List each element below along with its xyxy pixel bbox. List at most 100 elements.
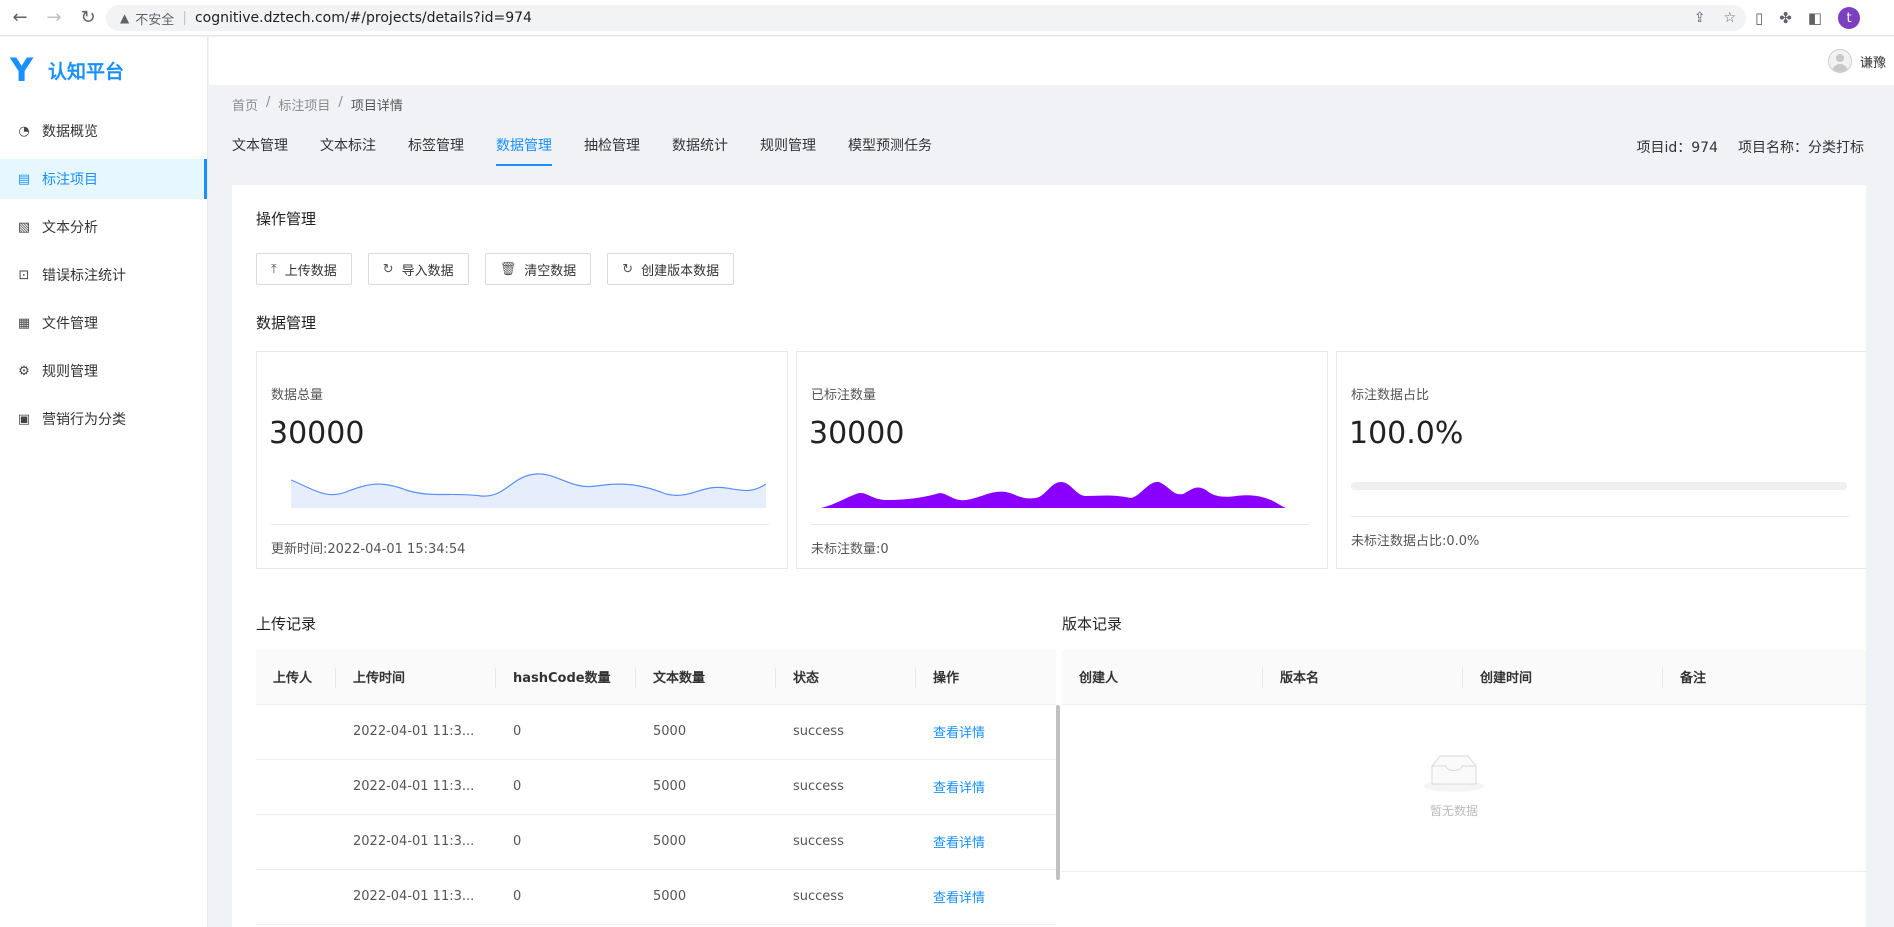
breadcrumb-current: 项目详情	[350, 99, 403, 114]
col-action: 操作	[916, 650, 1056, 705]
sync-icon: ↻	[382, 261, 394, 277]
sidebar-item-projects[interactable]: ▤ 标注项目	[0, 159, 207, 199]
ratio-progress-fill	[1351, 482, 1847, 490]
cell-count: 5000	[636, 814, 776, 870]
profile-avatar[interactable]: t	[1838, 7, 1861, 29]
empty-state: 暂无数据	[1422, 752, 1486, 819]
tab-data-management[interactable]: 数据管理	[496, 135, 552, 169]
sidebar-item-marketing[interactable]: ▣ 营销行为分类	[0, 399, 207, 439]
cell-status: success	[776, 704, 916, 760]
sidebar-item-text-analysis[interactable]: ▧ 文本分析	[0, 207, 207, 247]
logo-icon: Y	[10, 51, 34, 89]
dashboard-icon: ◔	[18, 123, 30, 139]
breadcrumb-home[interactable]: 首页	[232, 95, 258, 114]
card-divider	[811, 524, 1309, 525]
version-records-table: 创建人 版本名 创建时间 备注	[1062, 650, 1866, 705]
col-hashcode: hashCode数量	[496, 650, 636, 705]
upload-data-button[interactable]: ⤒ 上传数据	[256, 253, 352, 285]
address-bar[interactable]: ▲ 不安全 | cognitive.dztech.com/#/projects/…	[106, 5, 1746, 31]
project-info: 项目id：974 项目名称：分类打标	[1637, 137, 1865, 157]
sidebar-item-rules[interactable]: ⚙ 规则管理	[0, 351, 207, 391]
sidebar-item-label: 规则管理	[42, 364, 98, 380]
cell-count: 5000	[636, 869, 776, 925]
col-status: 状态	[776, 650, 916, 705]
col-creator: 创建人	[1062, 650, 1263, 705]
cell-uploader	[256, 704, 336, 760]
version-table-bottom-border	[1062, 871, 1866, 872]
total-sparkline	[290, 473, 767, 508]
breadcrumb-separator: /	[338, 95, 343, 110]
view-details-link[interactable]: 查看详情	[916, 759, 1056, 815]
tab-statistics[interactable]: 数据统计	[672, 135, 728, 169]
tab-label-management[interactable]: 标签管理	[408, 135, 464, 169]
sidebar-item-error-stats[interactable]: ⊡ 错误标注统计	[0, 255, 207, 295]
sidebar-item-label: 错误标注统计	[42, 268, 126, 284]
user-menu[interactable]: 谦豫	[1827, 49, 1886, 73]
cell-uploader	[256, 759, 336, 815]
stat-card-total: 数据总量 30000 更新时间:2022-04-01 15:34:54	[256, 351, 788, 569]
app-logo[interactable]: Y 认知平台	[0, 37, 207, 103]
col-uploader: 上传人	[256, 650, 336, 705]
analysis-icon: ▧	[17, 219, 31, 235]
view-details-link[interactable]: 查看详情	[916, 869, 1056, 925]
star-icon[interactable]: ☆	[1723, 10, 1736, 26]
import-data-label: 导入数据	[401, 263, 454, 279]
import-data-button[interactable]: ↻ 导入数据	[367, 253, 469, 285]
sidebar-item-overview[interactable]: ◔ 数据概览	[0, 111, 207, 151]
empty-box-icon	[1424, 755, 1484, 792]
view-details-link[interactable]: 查看详情	[916, 814, 1056, 870]
cell-uploader	[256, 869, 336, 925]
file-icon: ▦	[17, 315, 31, 331]
reload-icon[interactable]: ↻	[74, 4, 102, 32]
table-header-row: 上传人 上传时间 hashCode数量 文本数量 状态 操作	[256, 650, 1056, 705]
col-text-count: 文本数量	[636, 650, 776, 705]
labeled-area-sparkline	[821, 481, 1286, 508]
forward-arrow-icon[interactable]: →	[40, 4, 68, 32]
tab-model-prediction[interactable]: 模型预测任务	[848, 135, 932, 169]
document-icon[interactable]: ▯	[1755, 9, 1763, 27]
sidebar-item-label: 营销行为分类	[42, 412, 126, 428]
cell-status: success	[776, 814, 916, 870]
cell-hash: 0	[496, 869, 636, 925]
share-icon[interactable]: ⇪	[1694, 10, 1706, 26]
ops-title: 操作管理	[256, 210, 317, 228]
clear-data-button[interactable]: 🗑 清空数据	[484, 253, 592, 285]
data-mgmt-title: 数据管理	[256, 314, 317, 332]
stat-label: 标注数据占比	[1351, 388, 1430, 403]
main-content: 操作管理 ⤒ 上传数据 ↻ 导入数据 🗑 清空数据 ↻ 创建版本数据 数据管理 …	[232, 185, 1866, 927]
breadcrumb-separator: /	[266, 95, 271, 110]
clipboard-icon: ▤	[17, 171, 31, 187]
col-created-time: 创建时间	[1463, 650, 1663, 705]
url-text[interactable]: cognitive.dztech.com/#/projects/details?…	[195, 10, 532, 26]
app-title: 认知平台	[48, 60, 125, 83]
breadcrumb: 首页 / 标注项目 / 项目详情	[232, 95, 403, 114]
project-id: 项目id：974	[1636, 140, 1719, 156]
tab-sampling[interactable]: 抽检管理	[584, 135, 640, 169]
side-panel-icon[interactable]: ◧	[1808, 9, 1822, 27]
sidebar-item-label: 数据概览	[42, 124, 98, 140]
warning-icon: ▲	[120, 11, 130, 25]
tab-text-annotation[interactable]: 文本标注	[320, 135, 376, 169]
view-details-link[interactable]: 查看详情	[916, 704, 1056, 760]
stat-card-ratio: 标注数据占比 100.0% 未标注数据占比:0.0%	[1336, 351, 1866, 569]
puzzle-icon[interactable]: ✤	[1779, 9, 1792, 27]
tab-rules[interactable]: 规则管理	[760, 135, 816, 169]
browser-toolbar: ← → ↻ ▲ 不安全 | cognitive.dztech.com/#/pro…	[0, 0, 1894, 36]
sidebar-item-files[interactable]: ▦ 文件管理	[0, 303, 207, 343]
back-arrow-icon[interactable]: ←	[6, 4, 34, 32]
cell-time: 2022-04-01 11:3...	[336, 759, 496, 815]
sync-icon: ↻	[622, 261, 634, 277]
cell-status: success	[776, 759, 916, 815]
cell-uploader	[256, 814, 336, 870]
create-version-button[interactable]: ↻ 创建版本数据	[607, 253, 735, 285]
table-scrollbar[interactable]	[1056, 705, 1060, 880]
sidebar-item-label: 标注项目	[42, 172, 98, 188]
col-remark: 备注	[1663, 650, 1866, 705]
stat-value: 100.0%	[1349, 416, 1464, 451]
sidebar-item-label: 文本分析	[42, 220, 98, 236]
gear-icon: ⚙	[18, 363, 30, 379]
stat-label: 已标注数量	[811, 388, 877, 403]
tab-text-management[interactable]: 文本管理	[232, 135, 288, 169]
breadcrumb-projects[interactable]: 标注项目	[278, 95, 330, 114]
upload-records-title: 上传记录	[256, 615, 317, 633]
